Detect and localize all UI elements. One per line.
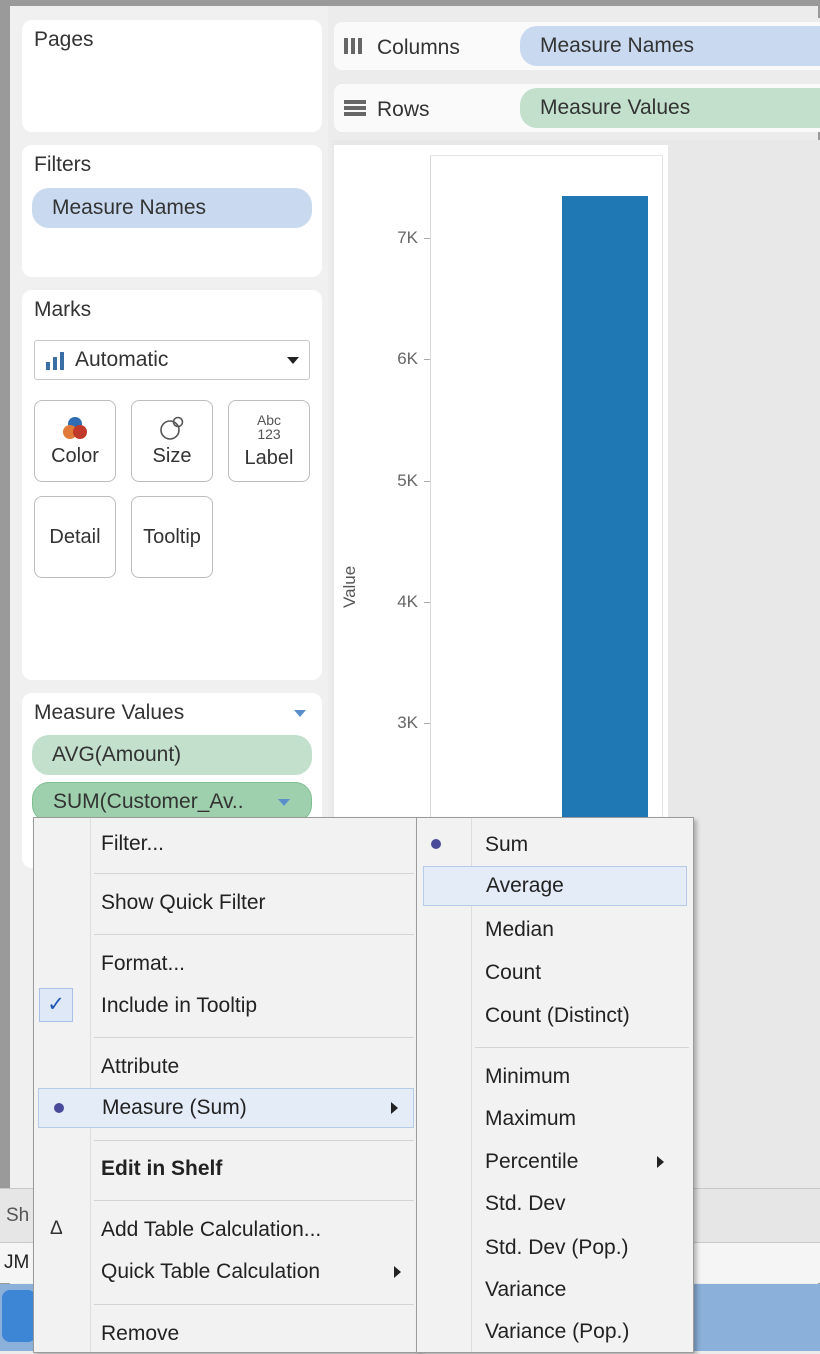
measure-pill-sum-customer[interactable]: SUM(Customer_Av.. bbox=[32, 782, 312, 822]
submenu-item-variance[interactable]: Variance bbox=[417, 1270, 693, 1310]
tooltip-label: Tooltip bbox=[143, 525, 201, 548]
bar-chart-icon bbox=[45, 352, 67, 370]
window-left-border bbox=[0, 0, 10, 1351]
columns-icon bbox=[344, 38, 362, 54]
rows-pill-measure-values[interactable]: Measure Values bbox=[520, 88, 820, 128]
label-label: Label bbox=[244, 446, 294, 469]
submenu-item-std-dev-pop[interactable]: Std. Dev (Pop.) bbox=[417, 1228, 693, 1268]
menu-separator bbox=[94, 934, 414, 935]
pages-shelf[interactable]: Pages bbox=[22, 20, 322, 132]
filter-pill-measure-names[interactable]: Measure Names bbox=[32, 188, 312, 228]
submenu-item-variance-pop[interactable]: Variance (Pop.) bbox=[417, 1312, 693, 1352]
radio-dot-icon bbox=[431, 839, 441, 849]
checkmark-icon: ✓ bbox=[39, 988, 73, 1022]
menu-item-show-quick-filter[interactable]: Show Quick Filter bbox=[34, 883, 418, 923]
submenu-arrow-icon bbox=[657, 1156, 664, 1168]
rows-shelf[interactable]: Rows Measure Values bbox=[334, 84, 820, 132]
rows-icon bbox=[344, 100, 366, 116]
submenu-item-sum[interactable]: Sum bbox=[417, 825, 693, 865]
color-button[interactable]: Color bbox=[34, 400, 116, 482]
menu-separator bbox=[94, 873, 414, 874]
marks-card: Marks Automatic Color Size Abc 123 Label… bbox=[22, 290, 322, 680]
measure-pill-sum-customer-label: SUM(Customer_Av.. bbox=[53, 790, 244, 813]
filters-shelf[interactable]: Filters Measure Names bbox=[22, 145, 322, 277]
y-tick-mark bbox=[424, 359, 430, 361]
measure-pill-avg-amount[interactable]: AVG(Amount) bbox=[32, 735, 312, 775]
y-axis-title: Value bbox=[340, 565, 359, 608]
radio-dot-icon bbox=[54, 1103, 64, 1113]
color-label: Color bbox=[51, 444, 99, 467]
mark-type-value: Automatic bbox=[75, 348, 169, 371]
submenu-item-count-distinct[interactable]: Count (Distinct) bbox=[417, 996, 693, 1036]
aggregation-submenu: Sum Average Median Count Count (Distinct… bbox=[416, 817, 694, 1353]
y-tick-mark bbox=[424, 480, 430, 482]
menu-item-remove[interactable]: Remove bbox=[34, 1314, 418, 1354]
color-icon bbox=[63, 416, 87, 439]
y-tick-mark bbox=[424, 601, 430, 603]
submenu-item-average[interactable]: Average bbox=[423, 866, 687, 906]
submenu-item-median[interactable]: Median bbox=[417, 910, 693, 950]
measure-values-dropdown-icon[interactable] bbox=[294, 710, 306, 717]
menu-separator bbox=[475, 1047, 689, 1048]
pages-title: Pages bbox=[34, 28, 94, 51]
filters-title: Filters bbox=[34, 153, 92, 176]
delta-icon: Δ bbox=[50, 1218, 63, 1239]
columns-label: Columns bbox=[377, 36, 460, 59]
menu-item-filter[interactable]: Filter... bbox=[34, 824, 418, 864]
menu-item-edit-in-shelf[interactable]: Edit in Shelf bbox=[34, 1149, 418, 1189]
y-tick-label: 6K bbox=[397, 349, 418, 369]
menu-item-measure-sum[interactable]: Measure (Sum) bbox=[38, 1088, 414, 1128]
browser-icon[interactable] bbox=[2, 1290, 36, 1342]
menu-item-quick-table-calculation[interactable]: Quick Table Calculation bbox=[34, 1252, 418, 1292]
detail-label: Detail bbox=[49, 525, 101, 548]
rows-label: Rows bbox=[377, 98, 430, 121]
columns-shelf[interactable]: Columns Measure Names bbox=[334, 22, 820, 70]
menu-item-add-table-calculation[interactable]: Δ Add Table Calculation... bbox=[34, 1210, 418, 1250]
size-button[interactable]: Size bbox=[131, 400, 213, 482]
detail-button[interactable]: Detail bbox=[34, 496, 116, 578]
menu-separator bbox=[94, 1304, 414, 1305]
label-abc-icon: Abc 123 bbox=[256, 411, 282, 442]
y-tick-mark bbox=[424, 723, 430, 724]
size-label: Size bbox=[152, 444, 192, 467]
size-icon bbox=[160, 416, 184, 440]
measure-values-title: Measure Values bbox=[34, 701, 185, 724]
submenu-item-minimum[interactable]: Minimum bbox=[417, 1057, 693, 1097]
y-tick-label: 5K bbox=[397, 470, 418, 490]
columns-pill-measure-names[interactable]: Measure Names bbox=[520, 26, 820, 66]
clipped-text-sum: JM bbox=[4, 1252, 30, 1273]
menu-item-format[interactable]: Format... bbox=[34, 944, 418, 984]
y-tick-mark bbox=[424, 238, 430, 239]
submenu-arrow-icon bbox=[394, 1266, 401, 1278]
tooltip-button[interactable]: Tooltip bbox=[131, 496, 213, 578]
submenu-item-count[interactable]: Count bbox=[417, 953, 693, 993]
menu-item-include-in-tooltip[interactable]: ✓ Include in Tooltip bbox=[34, 986, 418, 1026]
menu-separator bbox=[94, 1140, 414, 1141]
label-button[interactable]: Abc 123 Label bbox=[228, 400, 310, 482]
y-tick-label: 4K bbox=[397, 591, 418, 611]
submenu-arrow-icon bbox=[391, 1102, 398, 1114]
submenu-item-percentile[interactable]: Percentile bbox=[417, 1142, 693, 1182]
y-tick-label: 7K bbox=[397, 228, 418, 247]
y-tick-label: 3K bbox=[397, 713, 418, 732]
submenu-item-maximum[interactable]: Maximum bbox=[417, 1099, 693, 1139]
menu-separator bbox=[94, 1200, 414, 1201]
clipped-text-sheet: Sh bbox=[6, 1205, 30, 1226]
chart-plot-top-border bbox=[430, 155, 662, 156]
chevron-down-icon bbox=[287, 357, 299, 364]
context-menu: Filter... Show Quick Filter Format... ✓ … bbox=[33, 817, 419, 1353]
submenu-item-std-dev[interactable]: Std. Dev bbox=[417, 1184, 693, 1224]
marks-title: Marks bbox=[34, 298, 92, 321]
chevron-down-icon bbox=[278, 799, 290, 806]
menu-item-attribute[interactable]: Attribute bbox=[34, 1047, 418, 1087]
menu-separator bbox=[94, 1037, 414, 1038]
mark-type-dropdown[interactable]: Automatic bbox=[34, 340, 310, 380]
